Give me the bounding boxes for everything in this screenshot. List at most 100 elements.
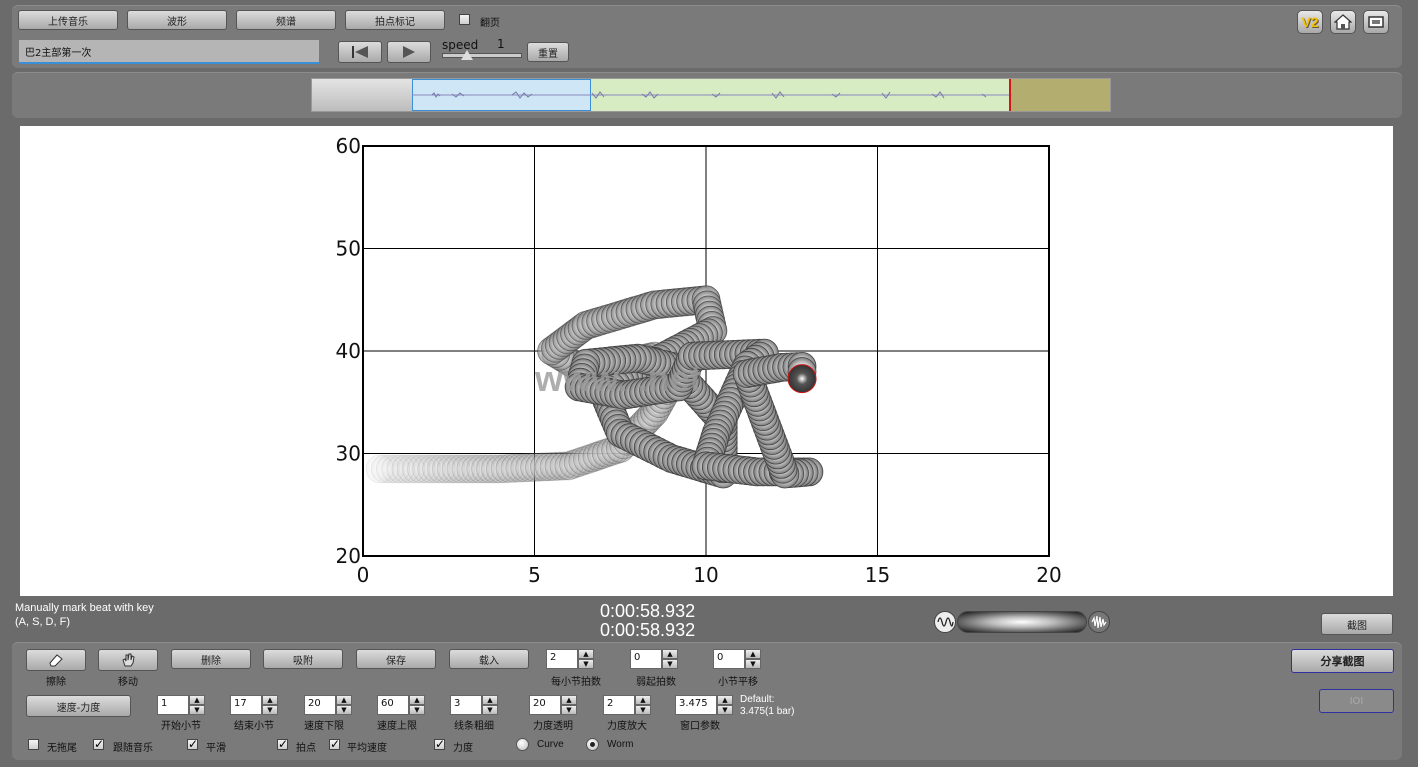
erase-label: 擦除 [46, 677, 66, 688]
stepper-down-icon[interactable]: ▼ [409, 705, 425, 715]
pickup-beats-value[interactable]: 0 [630, 649, 662, 669]
end-bar-label: 结束小节 [234, 721, 274, 732]
beat-mark-button[interactable]: 拍点标记 [345, 10, 445, 30]
beat-points-checkbox[interactable] [277, 737, 288, 751]
window-param-label: 窗口参数 [680, 721, 720, 732]
speed-slider-thumb[interactable] [461, 50, 473, 60]
waveform-overview[interactable] [311, 78, 1111, 112]
chart-canvas[interactable]: 0 5 10 15 20 20 30 40 50 60 www. .net [20, 126, 1393, 596]
curve-radio[interactable] [516, 738, 529, 751]
stepper-down-icon[interactable]: ▼ [635, 705, 651, 715]
pickup-beats-label: 弱起拍数 [636, 677, 676, 688]
spectrum-button[interactable]: 频谱 [236, 10, 336, 30]
line-width-stepper[interactable]: 3 ▲ ▼ [450, 695, 498, 715]
screenshot-button[interactable]: 截图 [1321, 613, 1393, 635]
line-width-value[interactable]: 3 [450, 695, 482, 715]
volume-slider[interactable] [934, 610, 1110, 634]
bar-offset-stepper[interactable]: 0 ▲ ▼ [713, 649, 761, 669]
v2-button[interactable]: V2 [1297, 10, 1323, 34]
stepper-up-icon[interactable]: ▲ [482, 695, 498, 705]
y-tick-label: 50 [336, 237, 361, 261]
window-param-value[interactable]: 3.475 [675, 695, 717, 715]
waveform-region-unplayed [312, 79, 412, 111]
stepper-down-icon[interactable]: ▼ [561, 705, 577, 715]
no-tail-checkbox[interactable] [28, 739, 39, 750]
window-param-stepper[interactable]: 3.475 ▲ ▼ [675, 695, 733, 715]
end-bar-value[interactable]: 17 [230, 695, 262, 715]
flip-page-checkbox[interactable] [459, 14, 470, 25]
no-tail-label: 无拖尾 [47, 743, 77, 754]
v2-badge: V2 [1301, 14, 1319, 30]
ioi-button[interactable]: IOI [1319, 689, 1394, 713]
stepper-up-icon[interactable]: ▲ [561, 695, 577, 705]
beat-points-label: 拍点 [296, 743, 316, 754]
stepper-up-icon[interactable]: ▲ [578, 649, 594, 659]
dynamics-checkbox[interactable] [434, 737, 445, 751]
waveform-button[interactable]: 波形 [127, 10, 227, 30]
save-button[interactable]: 保存 [356, 649, 436, 669]
stepper-down-icon[interactable]: ▼ [662, 659, 678, 669]
start-bar-value[interactable]: 1 [157, 695, 189, 715]
reset-button[interactable]: 重置 [527, 42, 569, 62]
fullscreen-button[interactable] [1363, 10, 1389, 34]
stepper-down-icon[interactable]: ▼ [578, 659, 594, 669]
beats-per-bar-value[interactable]: 2 [546, 649, 578, 669]
dyn-transparency-value[interactable]: 20 [529, 695, 561, 715]
stepper-down-icon[interactable]: ▼ [336, 705, 352, 715]
flip-page-label: 翻页 [480, 18, 500, 29]
stepper-up-icon[interactable]: ▲ [717, 695, 733, 705]
dyn-zoom-label: 力度放大 [607, 721, 647, 732]
dyn-zoom-stepper[interactable]: 2 ▲ ▼ [603, 695, 651, 715]
start-bar-stepper[interactable]: 1 ▲ ▼ [157, 695, 205, 715]
home-button[interactable] [1330, 10, 1356, 34]
x-tick-label: 5 [528, 563, 541, 587]
stepper-up-icon[interactable]: ▲ [745, 649, 761, 659]
y-tick-label: 40 [336, 339, 361, 363]
end-bar-stepper[interactable]: 17 ▲ ▼ [230, 695, 278, 715]
speed-slider-track[interactable] [442, 53, 522, 58]
stepper-down-icon[interactable]: ▼ [482, 705, 498, 715]
beats-per-bar-stepper[interactable]: 2 ▲ ▼ [546, 649, 594, 669]
stepper-up-icon[interactable]: ▲ [635, 695, 651, 705]
upload-music-button[interactable]: 上传音乐 [18, 10, 118, 30]
bar-offset-value[interactable]: 0 [713, 649, 745, 669]
move-button[interactable] [98, 649, 158, 671]
stepper-down-icon[interactable]: ▼ [745, 659, 761, 669]
load-button[interactable]: 载入 [449, 649, 529, 669]
stepper-up-icon[interactable]: ▲ [662, 649, 678, 659]
x-tick-label: 15 [865, 563, 890, 587]
dyn-transparency-stepper[interactable]: 20 ▲ ▼ [529, 695, 577, 715]
avg-tempo-checkbox[interactable] [329, 737, 340, 751]
stepper-down-icon[interactable]: ▼ [262, 705, 278, 715]
stepper-up-icon[interactable]: ▲ [409, 695, 425, 705]
y-tick-label: 30 [336, 442, 361, 466]
tempo-min-stepper[interactable]: 20 ▲ ▼ [304, 695, 352, 715]
snap-button[interactable]: 吸附 [263, 649, 343, 669]
stepper-up-icon[interactable]: ▲ [336, 695, 352, 705]
smooth-label: 平滑 [206, 743, 226, 754]
delete-button[interactable]: 删除 [171, 649, 251, 669]
waveform-region-olive [1010, 79, 1110, 111]
erase-button[interactable] [26, 649, 86, 671]
play-button[interactable] [387, 41, 431, 63]
stepper-up-icon[interactable]: ▲ [262, 695, 278, 705]
stepper-down-icon[interactable]: ▼ [189, 705, 205, 715]
dyn-zoom-value[interactable]: 2 [603, 695, 635, 715]
pickup-beats-stepper[interactable]: 0 ▲ ▼ [630, 649, 678, 669]
follow-music-checkbox[interactable] [93, 737, 104, 751]
waveform-trace [412, 91, 1012, 99]
stepper-up-icon[interactable]: ▲ [189, 695, 205, 705]
worm-radio[interactable] [586, 738, 599, 751]
tempo-max-value[interactable]: 60 [377, 695, 409, 715]
skip-to-start-button[interactable] [338, 41, 382, 63]
volume-track[interactable] [957, 611, 1087, 633]
tempo-min-value[interactable]: 20 [304, 695, 336, 715]
tempo-dynamics-button[interactable]: 速度-力度 [26, 695, 131, 717]
smooth-checkbox[interactable] [187, 737, 198, 751]
elapsed-time: 0:00:58.932 [600, 601, 696, 621]
share-screenshot-button[interactable]: 分享截图 [1291, 649, 1394, 673]
track-name-field[interactable]: 巴2主部第一次 [19, 40, 319, 64]
playhead-marker[interactable] [1009, 79, 1011, 111]
tempo-max-stepper[interactable]: 60 ▲ ▼ [377, 695, 425, 715]
stepper-down-icon[interactable]: ▼ [717, 705, 733, 715]
